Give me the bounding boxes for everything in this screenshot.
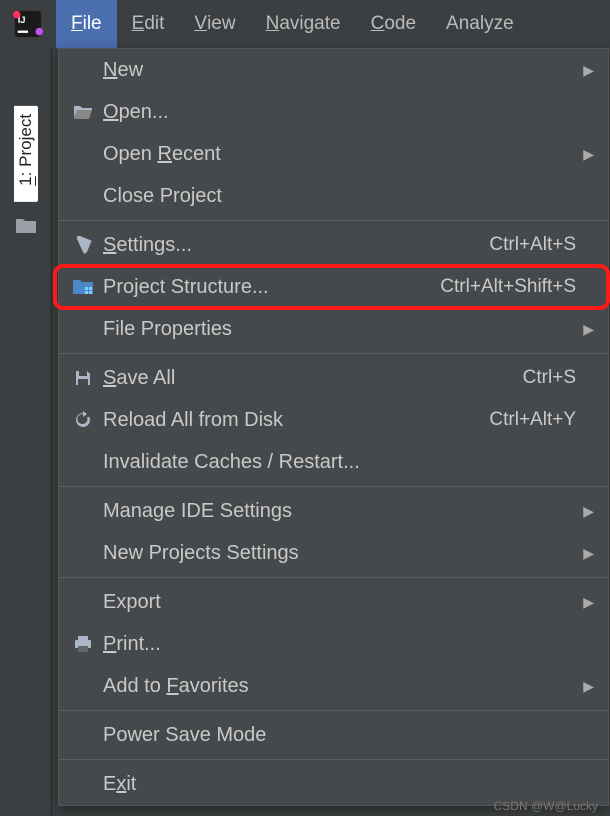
watermark: CSDN @W@Lucky	[494, 799, 598, 813]
menu-item-label: New	[99, 59, 576, 82]
menu-item-label: New Projects Settings	[99, 542, 576, 565]
menu-item-label: Exit	[99, 773, 576, 796]
menu-item-label: Add to Favorites	[99, 675, 576, 698]
menu-separator	[59, 220, 608, 221]
menu-item-reload-all-from-disk[interactable]: Reload All from DiskCtrl+Alt+Y	[59, 399, 608, 441]
menu-edit[interactable]: Edit	[117, 0, 180, 48]
menu-file[interactable]: File	[56, 0, 117, 48]
shortcut-label: Ctrl+Alt+Y	[489, 409, 576, 431]
menu-item-project-structure[interactable]: Project Structure...Ctrl+Alt+Shift+S	[59, 266, 608, 308]
menubar: IJ FileEditViewNavigateCodeAnalyze	[0, 0, 610, 48]
folder-icon	[15, 216, 37, 234]
submenu-arrow-icon: ▶	[576, 678, 594, 695]
file-menu-dropdown: New▶Open...Open Recent▶Close ProjectSett…	[58, 48, 609, 806]
submenu-arrow-icon: ▶	[576, 62, 594, 79]
save-icon	[67, 369, 99, 387]
submenu-arrow-icon: ▶	[576, 503, 594, 520]
menu-item-label: Print...	[99, 633, 576, 656]
menu-view[interactable]: View	[179, 0, 250, 48]
menu-item-new-projects-settings[interactable]: New Projects Settings▶	[59, 532, 608, 574]
menu-item-label: Invalidate Caches / Restart...	[99, 451, 576, 474]
submenu-arrow-icon: ▶	[576, 146, 594, 163]
menu-separator	[59, 353, 608, 354]
menu-item-export[interactable]: Export▶	[59, 581, 608, 623]
menu-item-label: Power Save Mode	[99, 724, 576, 747]
reload-icon	[67, 410, 99, 430]
menu-separator	[59, 710, 608, 711]
menu-separator	[59, 486, 608, 487]
settings-icon	[67, 235, 99, 255]
menu-item-label: Project Structure...	[99, 276, 440, 299]
menu-item-label: Manage IDE Settings	[99, 500, 576, 523]
menu-item-open[interactable]: Open...	[59, 91, 608, 133]
menu-separator	[59, 759, 608, 760]
menu-separator	[59, 577, 608, 578]
menu-analyze[interactable]: Analyze	[431, 0, 529, 48]
submenu-arrow-icon: ▶	[576, 545, 594, 562]
menu-item-add-to-favorites[interactable]: Add to Favorites▶	[59, 665, 608, 707]
submenu-arrow-icon: ▶	[576, 594, 594, 611]
menu-item-label: Export	[99, 591, 576, 614]
shortcut-label: Ctrl+Alt+Shift+S	[440, 276, 576, 298]
menu-item-label: Reload All from Disk	[99, 409, 489, 432]
menu-item-print[interactable]: Print...	[59, 623, 608, 665]
menu-item-label: Open...	[99, 101, 576, 124]
menu-item-close-project[interactable]: Close Project	[59, 175, 608, 217]
tool-sidebar: 1: Project	[0, 48, 52, 816]
shortcut-label: Ctrl+Alt+S	[489, 234, 576, 256]
menu-item-open-recent[interactable]: Open Recent▶	[59, 133, 608, 175]
project-structure-icon	[67, 278, 99, 296]
menu-code[interactable]: Code	[356, 0, 431, 48]
menu-item-power-save-mode[interactable]: Power Save Mode	[59, 714, 608, 756]
app-icon: IJ	[0, 0, 56, 48]
menu-item-manage-ide-settings[interactable]: Manage IDE Settings▶	[59, 490, 608, 532]
menu-item-label: Settings...	[99, 234, 489, 257]
menu-item-label: Close Project	[99, 185, 576, 208]
print-icon	[67, 635, 99, 653]
menu-navigate[interactable]: Navigate	[251, 0, 356, 48]
menu-item-settings[interactable]: Settings...Ctrl+Alt+S	[59, 224, 608, 266]
menu-item-label: File Properties	[99, 318, 576, 341]
menu-item-file-properties[interactable]: File Properties▶	[59, 308, 608, 350]
menu-item-invalidate-caches-restart[interactable]: Invalidate Caches / Restart...	[59, 441, 608, 483]
menu-item-label: Open Recent	[99, 143, 576, 166]
menu-item-save-all[interactable]: Save AllCtrl+S	[59, 357, 608, 399]
open-icon	[67, 104, 99, 120]
menu-item-label: Save All	[99, 367, 523, 390]
sidebar-tab-project[interactable]: 1: Project	[14, 106, 38, 202]
submenu-arrow-icon: ▶	[576, 321, 594, 338]
shortcut-label: Ctrl+S	[523, 367, 576, 389]
menu-item-new[interactable]: New▶	[59, 49, 608, 91]
